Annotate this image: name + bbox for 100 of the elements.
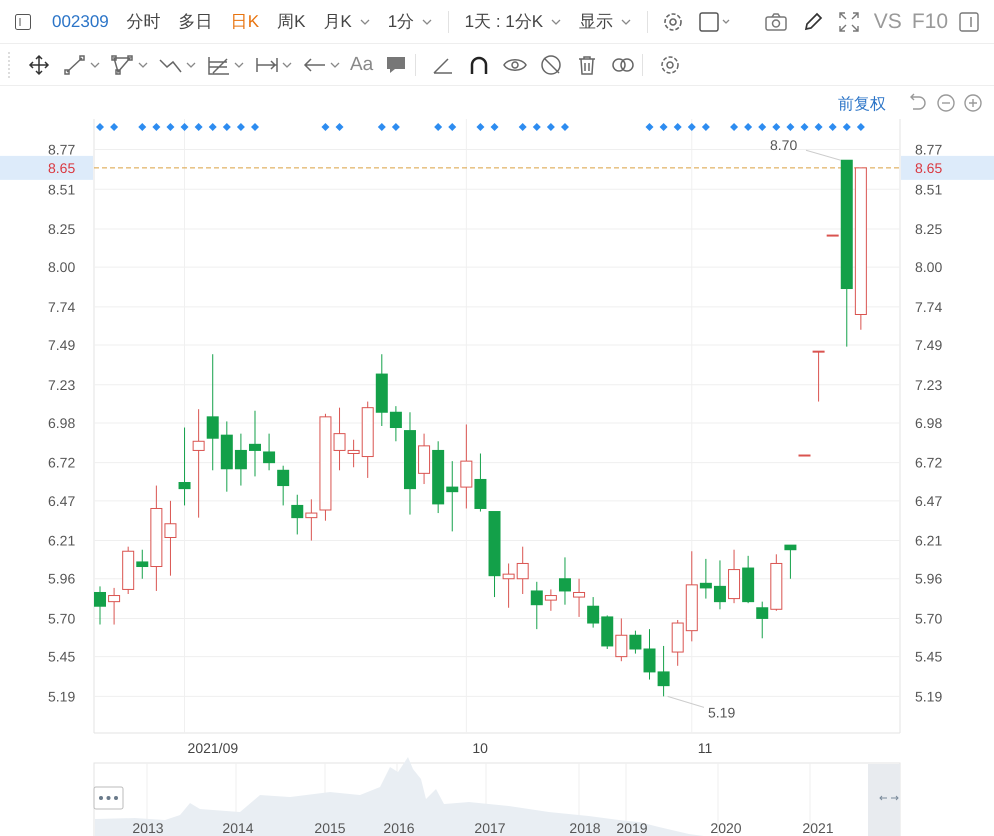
- price-axis-label: 7.49: [915, 337, 942, 354]
- resize-arrows-icon[interactable]: [879, 796, 899, 800]
- event-marker-icon[interactable]: [110, 123, 118, 131]
- event-marker-icon[interactable]: [434, 123, 442, 131]
- caret-icon[interactable]: [282, 62, 292, 68]
- price-axis-label: 7.74: [48, 298, 76, 315]
- event-marker-icon[interactable]: [814, 123, 823, 131]
- leader-line: [667, 696, 704, 708]
- camera-icon[interactable]: [764, 12, 788, 32]
- period-tab[interactable]: 1分: [382, 10, 438, 33]
- candlestick: [516, 546, 529, 594]
- fullscreen-icon[interactable]: [838, 10, 860, 32]
- event-marker-icon[interactable]: [321, 123, 330, 131]
- event-marker-icon[interactable]: [842, 123, 851, 131]
- event-marker-icon[interactable]: [772, 123, 780, 131]
- polygon-icon[interactable]: [110, 54, 136, 76]
- text-tool-button[interactable]: Aa: [350, 54, 374, 76]
- price-axis-label: 5.96: [48, 570, 76, 587]
- price-axis-label: 5.45: [48, 648, 76, 665]
- candlestick: [644, 628, 656, 680]
- event-marker-icon[interactable]: [646, 123, 654, 131]
- event-marker-icon[interactable]: [688, 123, 696, 131]
- event-marker-icon[interactable]: [96, 123, 104, 131]
- year-label: 2020: [710, 820, 742, 836]
- event-marker-icon[interactable]: [800, 123, 808, 131]
- event-marker-icon[interactable]: [660, 123, 668, 131]
- panel-icon[interactable]: [14, 12, 32, 30]
- candlestick: [136, 549, 148, 580]
- price-axis-label: 7.23: [48, 376, 76, 393]
- event-marker-icon[interactable]: [448, 123, 456, 131]
- event-marker-icon[interactable]: [476, 123, 484, 131]
- undo-icon[interactable]: [910, 93, 926, 110]
- candlestick: [558, 556, 571, 606]
- interval-dropdown[interactable]: 1天 : 1分K: [458, 10, 568, 33]
- caret-icon[interactable]: [90, 62, 100, 68]
- candlestick: [812, 350, 825, 402]
- candlestick: [672, 619, 684, 666]
- event-marker-icon[interactable]: [758, 123, 766, 131]
- display-dropdown[interactable]: 显示: [573, 10, 638, 33]
- price-axis-label: 8.25: [915, 220, 942, 237]
- square-dropdown-icon[interactable]: [698, 10, 732, 32]
- caret-icon[interactable]: [138, 62, 148, 68]
- price-axis-label: 6.98: [48, 414, 76, 431]
- period-tab[interactable]: 多日: [172, 10, 219, 33]
- settings-icon[interactable]: [662, 10, 684, 32]
- event-marker-icon[interactable]: [194, 123, 203, 131]
- event-marker-icon[interactable]: [378, 123, 386, 131]
- price-axis-label: 5.19: [48, 688, 76, 704]
- year-label: 2015: [314, 820, 346, 836]
- event-marker-icon[interactable]: [392, 123, 400, 131]
- event-marker-icon[interactable]: [152, 123, 160, 131]
- price-axis-label: 6.21: [48, 532, 76, 549]
- event-marker-icon[interactable]: [828, 123, 837, 131]
- candlestick: [530, 581, 543, 630]
- zoom-in-icon[interactable]: [964, 94, 982, 112]
- period-tab[interactable]: 月K: [317, 10, 376, 33]
- event-marker-icon[interactable]: [744, 123, 752, 131]
- event-marker-icon[interactable]: [674, 123, 682, 131]
- event-marker-icon[interactable]: [236, 123, 245, 131]
- event-marker-icon[interactable]: [518, 123, 527, 131]
- candlestick: [784, 544, 796, 580]
- caret-icon[interactable]: [186, 62, 196, 68]
- zoom-out-icon[interactable]: [937, 94, 955, 112]
- event-marker-icon[interactable]: [251, 123, 259, 131]
- event-marker-icon[interactable]: [180, 123, 189, 131]
- caret-icon[interactable]: [330, 62, 340, 68]
- event-marker-icon[interactable]: [166, 123, 174, 131]
- event-marker-icon[interactable]: [532, 123, 541, 131]
- event-marker-icon[interactable]: [138, 123, 146, 131]
- price-axis-label: 7.74: [915, 298, 942, 315]
- event-marker-icon[interactable]: [546, 123, 555, 131]
- event-marker-icon[interactable]: [786, 123, 794, 131]
- stock-code[interactable]: 002309: [52, 12, 109, 32]
- event-marker-icon[interactable]: [560, 123, 569, 131]
- candlestick: [220, 420, 233, 492]
- event-marker-icon[interactable]: [222, 123, 231, 131]
- period-tab[interactable]: 分时: [120, 10, 167, 33]
- event-marker-icon[interactable]: [702, 123, 710, 131]
- price-axis-label: 8.77: [915, 142, 942, 158]
- event-marker-icon[interactable]: [856, 123, 865, 131]
- year-label: 2013: [132, 820, 164, 836]
- date-axis-label: 11: [698, 740, 712, 756]
- panel-icon[interactable]: [958, 10, 980, 32]
- price-axis-label: 5.70: [915, 610, 942, 626]
- line-icon[interactable]: [62, 54, 88, 76]
- event-marker-icon[interactable]: [730, 123, 738, 131]
- candlestick: [700, 558, 712, 600]
- adjust-link[interactable]: 前复权: [838, 96, 886, 113]
- more-button[interactable]: [94, 786, 124, 810]
- price-axis-label: 6.72: [48, 454, 76, 471]
- event-marker-icon[interactable]: [490, 123, 499, 131]
- price-axis-label: 6.98: [915, 414, 942, 431]
- year-label: 2016: [383, 820, 415, 836]
- caret-icon[interactable]: [234, 62, 244, 68]
- event-marker-icon[interactable]: [208, 123, 217, 131]
- event-marker-icon[interactable]: [336, 123, 344, 131]
- move-icon[interactable]: [26, 54, 52, 76]
- price-axis-label: 5.19: [915, 688, 942, 704]
- period-tab[interactable]: 周K: [271, 10, 312, 33]
- caret-icon: [360, 18, 370, 24]
